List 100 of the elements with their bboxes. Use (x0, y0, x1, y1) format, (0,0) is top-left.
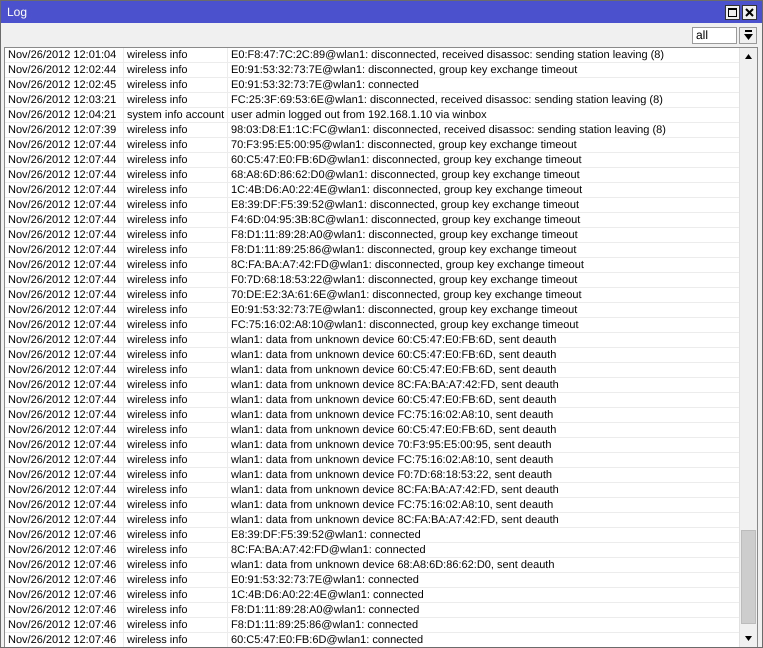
down-arrow-icon (744, 30, 752, 40)
log-time: Nov/26/2012 12:07:44 (5, 483, 124, 497)
log-time: Nov/26/2012 12:07:44 (5, 423, 124, 437)
log-topics: wireless info (124, 618, 228, 632)
log-time: Nov/26/2012 12:07:44 (5, 498, 124, 512)
log-message: 60:C5:47:E0:FB:6D@wlan1: disconnected, group key exchange timeout (230, 153, 583, 167)
log-topics: wireless info (124, 423, 228, 437)
log-topics: wireless info (124, 303, 228, 317)
maximize-icon (728, 8, 737, 16)
log-time: Nov/26/2012 12:07:44 (5, 258, 124, 272)
log-message: E0:91:53:32:73:7E@wlan1: connected (230, 78, 420, 92)
log-time: Nov/26/2012 12:07:44 (5, 198, 124, 212)
log-time: Nov/26/2012 12:07:44 (5, 453, 124, 467)
log-topics: wireless info (124, 318, 228, 332)
log-time: Nov/26/2012 12:07:46 (5, 528, 124, 542)
log-topics: wireless info (124, 63, 228, 77)
log-time: Nov/26/2012 12:03:21 (5, 93, 124, 107)
log-message: 70:F3:95:E5:00:95@wlan1: disconnected, group key exchange timeout (230, 138, 578, 152)
log-topics: wireless info (124, 123, 228, 137)
log-message: wlan1: data from unknown device 8C:FA:BA:A7:42:FD, sent deauth (230, 513, 560, 527)
log-topics: wireless info (124, 498, 228, 512)
log-message: wlan1: data from unknown device 60:C5:47:E0:FB:6D, sent deauth (230, 348, 558, 362)
log-time: Nov/26/2012 12:07:44 (5, 318, 124, 332)
log-message: E8:39:DF:F5:39:52@wlan1: connected (230, 528, 422, 542)
log-message: wlan1: data from unknown device 70:F3:95:E5:00:95, sent deauth (230, 438, 552, 452)
log-topics: wireless info (124, 468, 228, 482)
log-topics: wireless info (124, 378, 228, 392)
log-message: wlan1: data from unknown device 60:C5:47:E0:FB:6D, sent deauth (230, 393, 558, 407)
log-time: Nov/26/2012 12:07:44 (5, 303, 124, 317)
log-topics: wireless info (124, 573, 228, 587)
log-message: F0:7D:68:18:53:22@wlan1: disconnected, group key exchange timeout (230, 273, 578, 287)
log-message: wlan1: data from unknown device 60:C5:47:E0:FB:6D, sent deauth (230, 423, 558, 437)
log-topics: wireless info (124, 558, 228, 572)
log-message: 8C:FA:BA:A7:42:FD@wlan1: connected (230, 543, 427, 557)
log-topics: wireless info (124, 93, 228, 107)
log-time: Nov/26/2012 12:07:44 (5, 393, 124, 407)
log-topics: wireless info (124, 213, 228, 227)
log-time: Nov/26/2012 12:07:44 (5, 333, 124, 347)
log-topics: wireless info (124, 588, 228, 602)
dropdown-button[interactable] (739, 26, 757, 44)
log-time: Nov/26/2012 12:07:44 (5, 348, 124, 362)
log-time: Nov/26/2012 12:07:44 (5, 243, 124, 257)
log-message: user admin logged out from 192.168.1.10 via winbox (230, 108, 488, 122)
log-time: Nov/26/2012 12:04:21 (5, 108, 124, 122)
log-time: Nov/26/2012 12:07:46 (5, 588, 124, 602)
log-time: Nov/26/2012 12:07:46 (5, 618, 124, 632)
log-topics: wireless info (124, 408, 228, 422)
log-message: E8:39:DF:F5:39:52@wlan1: disconnected, group key exchange timeout (230, 198, 580, 212)
log-time: Nov/26/2012 12:07:46 (5, 558, 124, 572)
log-topics: wireless info (124, 528, 228, 542)
log-time: Nov/26/2012 12:07:44 (5, 183, 124, 197)
log-message: F8:D1:11:89:25:86@wlan1: disconnected, group key exchange timeout (230, 243, 578, 257)
log-time: Nov/26/2012 12:07:44 (5, 378, 124, 392)
log-time: Nov/26/2012 12:02:45 (5, 78, 124, 92)
log-message: 70:DE:E2:3A:61:6E@wlan1: disconnected, group key exchange timeout (230, 288, 583, 302)
scrollbar-thumb[interactable] (741, 530, 756, 624)
log-topics: wireless info (124, 363, 228, 377)
log-topics: wireless info (124, 438, 228, 452)
log-time: Nov/26/2012 12:07:44 (5, 213, 124, 227)
log-message: 68:A8:6D:86:62:D0@wlan1: disconnected, group key exchange timeout (230, 168, 581, 182)
log-message: F4:6D:04:95:3B:8C@wlan1: disconnected, group key exchange timeout (230, 213, 582, 227)
log-time: Nov/26/2012 12:07:44 (5, 138, 124, 152)
log-message: E0:F8:47:7C:2C:89@wlan1: disconnected, received disassoc: sending station leaving (8) (230, 48, 666, 62)
log-topics: wireless info (124, 153, 228, 167)
log-topics: wireless info (124, 198, 228, 212)
log-time: Nov/26/2012 12:07:44 (5, 363, 124, 377)
log-message: E0:91:53:32:73:7E@wlan1: disconnected, group key exchange timeout (230, 63, 578, 77)
log-topics: wireless info (124, 138, 228, 152)
window-title: Log (7, 5, 28, 19)
log-topics: wireless info (124, 48, 228, 62)
log-topics: wireless info (124, 183, 228, 197)
log-time: Nov/26/2012 12:01:04 (5, 48, 124, 62)
maximize-button[interactable] (725, 4, 740, 20)
log-message: FC:25:3F:69:53:6E@wlan1: disconnected, received disassoc: sending station leaving (8) (230, 93, 664, 107)
log-message: wlan1: data from unknown device 60:C5:47:E0:FB:6D, sent deauth (230, 363, 558, 377)
filter-dropdown[interactable]: all (692, 26, 737, 44)
log-topics: wireless info (124, 228, 228, 242)
log-time: Nov/26/2012 12:02:44 (5, 63, 124, 77)
log-time: Nov/26/2012 12:07:46 (5, 603, 124, 617)
log-topics: wireless info (124, 543, 228, 557)
log-topics: wireless info (124, 633, 228, 647)
log-topics: system info account (124, 108, 228, 122)
up-arrow-icon (745, 54, 752, 59)
close-button[interactable] (742, 4, 757, 20)
log-message: F8:D1:11:89:25:86@wlan1: connected (230, 618, 420, 632)
log-message: wlan1: data from unknown device FC:75:16:02:A8:10, sent deauth (230, 453, 554, 467)
log-message: 1C:4B:D6:A0:22:4E@wlan1: disconnected, group key exchange timeout (230, 183, 584, 197)
log-time: Nov/26/2012 12:07:44 (5, 273, 124, 287)
log-topics: wireless info (124, 243, 228, 257)
log-topics: wireless info (124, 348, 228, 362)
log-topics: wireless info (124, 483, 228, 497)
log-time: Nov/26/2012 12:07:39 (5, 123, 124, 137)
log-message: wlan1: data from unknown device 60:C5:47:E0:FB:6D, sent deauth (230, 333, 558, 347)
scrollbar[interactable] (739, 48, 757, 647)
log-topics: wireless info (124, 78, 228, 92)
log-time: Nov/26/2012 12:07:44 (5, 228, 124, 242)
close-icon (745, 8, 754, 16)
down-arrow-icon (745, 636, 752, 641)
log-time: Nov/26/2012 12:07:44 (5, 168, 124, 182)
log-topics: wireless info (124, 453, 228, 467)
